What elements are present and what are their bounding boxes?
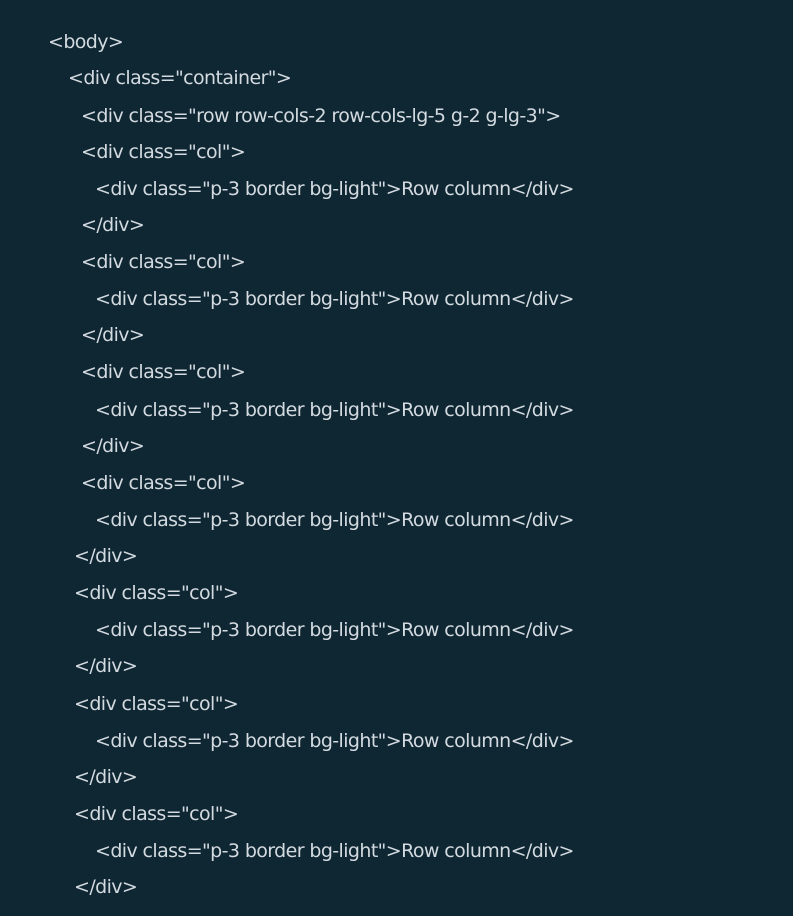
code-line: <div class="p-3 border bg-light">Row col… bbox=[95, 730, 574, 752]
code-line: </div> bbox=[74, 876, 138, 898]
code-line: </div> bbox=[74, 655, 138, 677]
code-line: </div> bbox=[74, 766, 138, 788]
code-line: </div> bbox=[74, 545, 138, 567]
code-line: <div class="p-3 border bg-light">Row col… bbox=[95, 288, 574, 310]
code-line: <div class="p-3 border bg-light">Row col… bbox=[95, 840, 574, 862]
code-line: <div class="col"> bbox=[81, 472, 246, 494]
code-line: <div class="p-3 border bg-light">Row col… bbox=[95, 509, 574, 531]
code-line: <div class="p-3 border bg-light">Row col… bbox=[95, 619, 574, 641]
code-line: <div class="col"> bbox=[74, 582, 239, 604]
code-block: <body> <div class="container"> <div clas… bbox=[0, 0, 793, 916]
code-line: </div> bbox=[81, 214, 145, 236]
code-line: <div class="col"> bbox=[81, 251, 246, 273]
code-line: <div class="row row-cols-2 row-cols-lg-5… bbox=[81, 105, 561, 127]
code-line: </div> bbox=[81, 435, 145, 457]
code-line: <div class="col"> bbox=[81, 141, 246, 163]
code-line: <div class="col"> bbox=[74, 803, 239, 825]
code-line: <div class="p-3 border bg-light">Row col… bbox=[95, 178, 574, 200]
code-line: <div class="col"> bbox=[74, 693, 239, 715]
code-line: <div class="p-3 border bg-light">Row col… bbox=[95, 399, 574, 421]
code-line: <div class="col"> bbox=[81, 361, 246, 383]
code-line: <body> bbox=[48, 31, 124, 53]
code-line: </div> bbox=[81, 324, 145, 346]
code-line: <div class="container"> bbox=[68, 67, 292, 89]
